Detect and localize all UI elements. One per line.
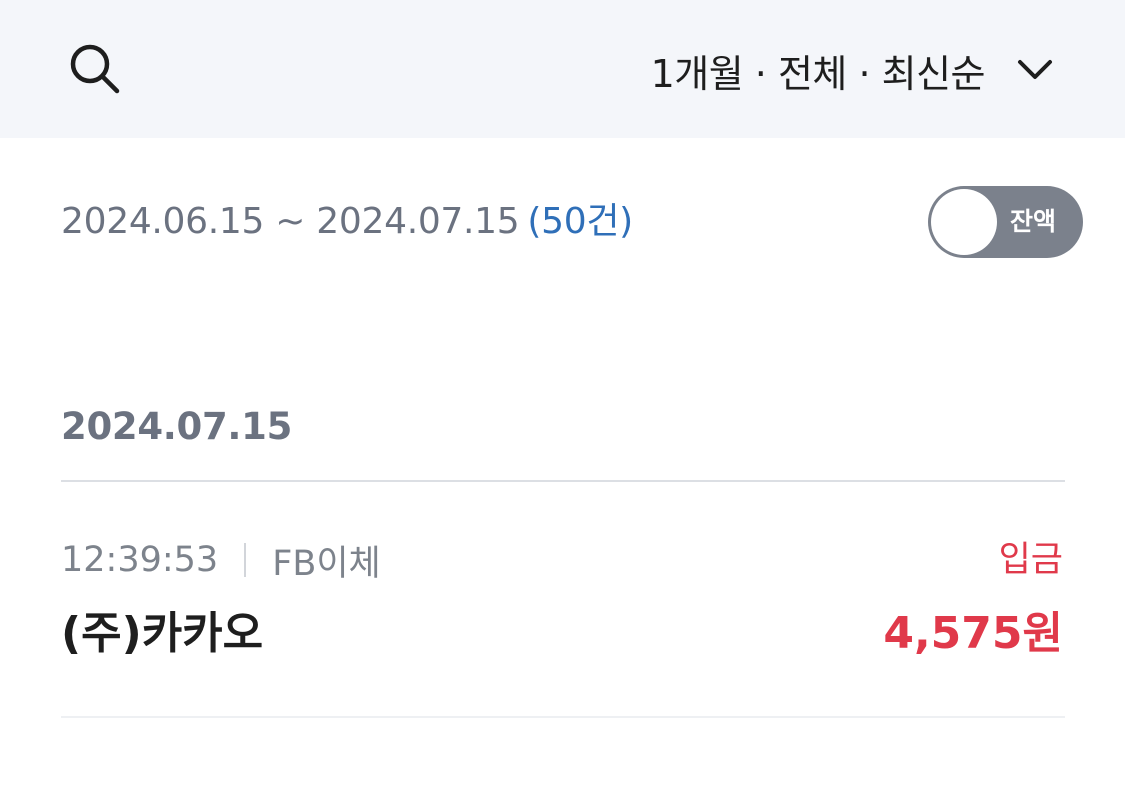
filter-label: 1개월 · 전체 · 최신순 [650,51,986,96]
balance-toggle[interactable]: 잔액 [928,186,1083,258]
date-group-header: 2024.07.15 [61,405,293,448]
transaction-name: (주)카카오 [61,608,264,659]
row-divider [61,716,1065,718]
transaction-row[interactable]: 12:39:53 FB이체 입금 (주)카카오 4,575원 [61,482,1065,718]
chevron-down-icon [1015,50,1055,90]
balance-toggle-label: 잔액 [1010,207,1057,236]
toggle-knob [931,189,997,255]
transaction-method: FB이체 [272,543,381,584]
search-icon [70,44,120,94]
transaction-count: (50건) [527,201,633,242]
transaction-amount: 4,575원 [883,608,1063,659]
transaction-type: 입금 [998,540,1063,580]
date-range: 2024.06.15 ~ 2024.07.15 [61,201,520,242]
meta-separator [244,543,247,577]
search-button[interactable] [62,38,128,100]
date-range-summary: 2024.06.15 ~ 2024.07.15 (50건) [61,192,633,244]
filter-dropdown[interactable]: 1개월 · 전체 · 최신순 [651,38,1055,102]
transaction-time: 12:39:53 [61,540,219,580]
transaction-meta: 12:39:53 FB이체 [61,537,381,584]
top-bar: 1개월 · 전체 · 최신순 [0,0,1125,138]
